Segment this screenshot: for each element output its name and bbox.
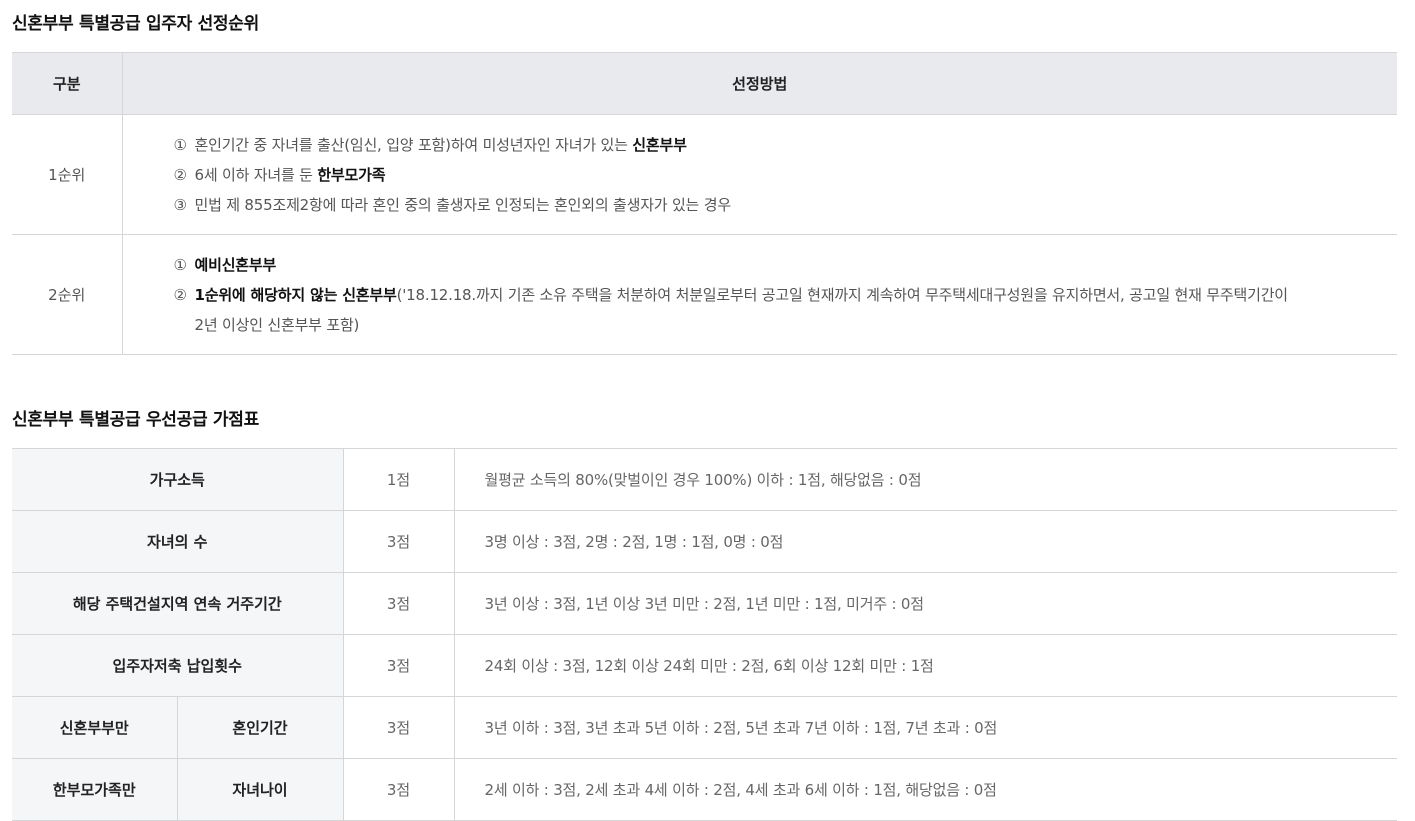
rank-methods: ① 혼인기간 중 자녀를 출산(임신, 입양 포함)하여 미성년자인 자녀가 있는… — [122, 114, 1397, 235]
score-item: 가구소득 — [12, 448, 344, 511]
score-item: 해당 주택건설지역 연속 거주기간 — [12, 572, 344, 635]
method-list: ① 예비신혼부부 ② 1순위에 해당하지 않는 신혼부부('18.12.18.까지 … — [124, 250, 1397, 340]
method-highlight: 신혼부부 — [632, 135, 687, 154]
item-number: ② — [173, 285, 187, 304]
score-criteria: 3년 이상 : 3점, 1년 이상 3년 미만 : 2점, 1년 미만 : 1점… — [454, 572, 1397, 635]
rank-row-2: 2순위 ① 예비신혼부부 ② 1순위에 해당하지 않는 신혼부부('18.12.18… — [12, 234, 1397, 355]
item-number: ② — [173, 165, 187, 184]
score-item: 입주자저축 납입횟수 — [12, 634, 344, 697]
score-row: 한부모가족만 자녀나이 3점 2세 이하 : 3점, 2세 초과 4세 이하 :… — [12, 758, 1397, 821]
ranking-header-row: 구분 선정방법 — [12, 52, 1397, 115]
score-criteria: 3명 이상 : 3점, 2명 : 2점, 1명 : 1점, 0명 : 0점 — [454, 510, 1397, 573]
item-number: ① — [173, 135, 187, 154]
method-item: ① 예비신혼부부 — [174, 250, 1297, 280]
score-points: 1점 — [343, 448, 455, 511]
method-highlight: 예비신혼부부 — [194, 255, 277, 274]
score-points: 3점 — [343, 758, 455, 821]
score-group: 신혼부부만 — [12, 696, 178, 759]
score-row: 신혼부부만 혼인기간 3점 3년 이하 : 3점, 3년 초과 5년 이하 : … — [12, 696, 1397, 759]
method-list: ① 혼인기간 중 자녀를 출산(임신, 입양 포함)하여 미성년자인 자녀가 있는… — [124, 130, 1397, 220]
score-points: 3점 — [343, 634, 455, 697]
score-points: 3점 — [343, 510, 455, 573]
page: 신혼부부 특별공급 입주자 선정순위 구분 선정방법 1순위 ① 혼인기간 중 자… — [0, 0, 1415, 821]
item-number: ① — [173, 255, 187, 274]
score-row: 자녀의 수 3점 3명 이상 : 3점, 2명 : 2점, 1명 : 1점, 0… — [12, 510, 1397, 573]
method-item: ② 6세 이하 자녀를 둔 한부모가족 — [174, 160, 1397, 190]
score-criteria: 24회 이상 : 3점, 12회 이상 24회 미만 : 2점, 6회 이상 1… — [454, 634, 1397, 697]
method-text: 민법 제 855조제2항에 따라 혼인 중의 출생자로 인정되는 혼인외의 출생… — [194, 195, 732, 214]
score-points: 3점 — [343, 696, 455, 759]
header-method: 선정방법 — [122, 52, 1397, 115]
score-criteria: 2세 이하 : 3점, 2세 초과 4세 이하 : 2점, 4세 초과 6세 이… — [454, 758, 1397, 821]
method-item: ② 1순위에 해당하지 않는 신혼부부('18.12.18.까지 기존 소유 주택… — [174, 280, 1297, 340]
score-points: 3점 — [343, 572, 455, 635]
score-row: 해당 주택건설지역 연속 거주기간 3점 3년 이상 : 3점, 1년 이상 3… — [12, 572, 1397, 635]
score-table: 가구소득 1점 월평균 소득의 80%(맞벌이인 경우 100%) 이하 : 1… — [12, 448, 1397, 821]
section-title-ranking: 신혼부부 특별공급 입주자 선정순위 — [12, 14, 259, 34]
rank-label: 1순위 — [12, 114, 123, 235]
method-highlight: 한부모가족 — [317, 165, 386, 184]
section-title-score: 신혼부부 특별공급 우선공급 가점표 — [12, 410, 259, 430]
score-item: 혼인기간 — [177, 696, 344, 759]
method-highlight: 1순위에 해당하지 않는 신혼부부 — [194, 285, 397, 304]
score-criteria: 월평균 소득의 80%(맞벌이인 경우 100%) 이하 : 1점, 해당없음 … — [454, 448, 1397, 511]
rank-methods: ① 예비신혼부부 ② 1순위에 해당하지 않는 신혼부부('18.12.18.까지 … — [122, 234, 1397, 355]
method-text: 혼인기간 중 자녀를 출산(임신, 입양 포함)하여 미성년자인 자녀가 있는 — [194, 135, 633, 154]
score-group: 한부모가족만 — [12, 758, 178, 821]
score-row: 가구소득 1점 월평균 소득의 80%(맞벌이인 경우 100%) 이하 : 1… — [12, 448, 1397, 511]
item-number: ③ — [173, 195, 187, 214]
score-criteria: 3년 이하 : 3점, 3년 초과 5년 이하 : 2점, 5년 초과 7년 이… — [454, 696, 1397, 759]
method-text: 6세 이하 자녀를 둔 — [194, 165, 318, 184]
score-row: 입주자저축 납입횟수 3점 24회 이상 : 3점, 12회 이상 24회 미만… — [12, 634, 1397, 697]
rank-row-1: 1순위 ① 혼인기간 중 자녀를 출산(임신, 입양 포함)하여 미성년자인 자녀… — [12, 114, 1397, 235]
rank-label: 2순위 — [12, 234, 123, 355]
score-item: 자녀나이 — [177, 758, 344, 821]
header-gubun: 구분 — [12, 52, 123, 115]
method-item: ① 혼인기간 중 자녀를 출산(임신, 입양 포함)하여 미성년자인 자녀가 있는… — [174, 130, 1397, 160]
method-item: ③ 민법 제 855조제2항에 따라 혼인 중의 출생자로 인정되는 혼인외의 출… — [174, 190, 1397, 220]
ranking-table: 구분 선정방법 1순위 ① 혼인기간 중 자녀를 출산(임신, 입양 포함)하여 … — [12, 52, 1397, 355]
score-item: 자녀의 수 — [12, 510, 344, 573]
